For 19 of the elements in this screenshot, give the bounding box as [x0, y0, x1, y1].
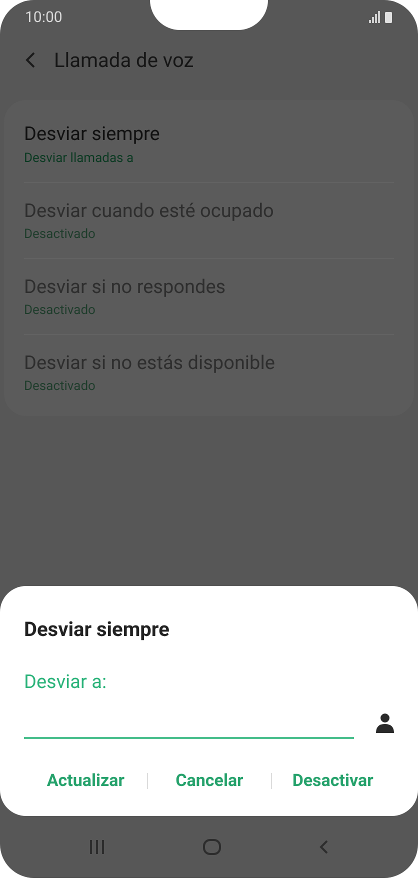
- settings-item[interactable]: Desviar siempre Desviar llamadas a: [24, 106, 394, 182]
- status-time: 10:00: [25, 6, 62, 28]
- back-icon[interactable]: [24, 51, 36, 69]
- back-icon[interactable]: [319, 839, 329, 855]
- item-subtitle: Desactivado: [24, 226, 96, 244]
- screen-title: Llamada de voz: [54, 47, 194, 74]
- recent-apps-icon[interactable]: [89, 840, 105, 854]
- dialog-button[interactable]: Actualizar: [24, 766, 148, 796]
- home-icon[interactable]: [203, 839, 221, 855]
- dialog-button[interactable]: Desactivar: [272, 766, 394, 796]
- contact-icon[interactable]: [376, 712, 394, 732]
- item-subtitle: Desviar llamadas a: [24, 150, 135, 168]
- field-label: Desviar a:: [24, 669, 108, 695]
- item-title: Desviar siempre: [24, 121, 161, 147]
- item-subtitle: Desactivado: [24, 378, 96, 396]
- dialog-title: Desviar siempre: [24, 616, 170, 643]
- signal-battery-icon: [369, 11, 393, 23]
- dialog-button[interactable]: Cancelar: [148, 766, 271, 796]
- item-subtitle: Desactivado: [24, 302, 96, 320]
